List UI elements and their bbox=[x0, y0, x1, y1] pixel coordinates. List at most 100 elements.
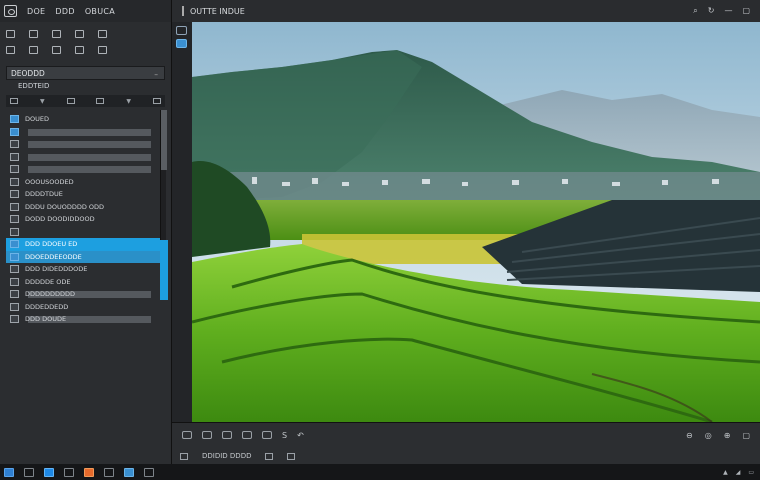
selection-icon[interactable] bbox=[29, 30, 38, 38]
layer-item[interactable]: DDDDTDUE bbox=[6, 188, 165, 201]
eye-icon[interactable] bbox=[202, 431, 212, 439]
copy-icon[interactable] bbox=[242, 431, 252, 439]
layer-item[interactable]: DDDU DOUODDDD ODD bbox=[6, 201, 165, 214]
tool-options bbox=[0, 22, 171, 58]
layer-item[interactable]: DDDDDE ODE bbox=[6, 276, 165, 289]
brush-icon[interactable] bbox=[6, 30, 15, 38]
stack-icon[interactable] bbox=[262, 431, 272, 439]
layers-icon[interactable] bbox=[75, 30, 84, 38]
network-icon[interactable]: ▲ bbox=[723, 469, 728, 476]
layer-thumbnail-icon[interactable] bbox=[10, 190, 19, 199]
menu-bar: DOE DDD OBUCA bbox=[0, 0, 171, 22]
menu-item-2[interactable]: DDD bbox=[55, 7, 74, 16]
navigator-icon[interactable] bbox=[176, 39, 187, 48]
group-icon[interactable] bbox=[66, 98, 75, 104]
layer-thumbnail-icon[interactable] bbox=[10, 252, 19, 261]
filter-icon[interactable] bbox=[75, 46, 84, 54]
layer-opacity-bar[interactable] bbox=[28, 166, 151, 173]
maximize-icon[interactable]: ▢ bbox=[742, 6, 750, 16]
layer-thumbnail-icon[interactable] bbox=[10, 152, 19, 161]
layer-item[interactable]: DDD DOUDE bbox=[6, 313, 165, 326]
layer-item[interactable] bbox=[6, 163, 165, 176]
layer-thumbnail-icon[interactable] bbox=[10, 215, 19, 224]
settings-icon[interactable]: S bbox=[282, 431, 287, 440]
layer-thumbnail-icon[interactable] bbox=[10, 315, 19, 324]
layer-item[interactable] bbox=[6, 151, 165, 164]
file-explorer-icon[interactable] bbox=[64, 467, 74, 477]
scrollbar-highlight[interactable] bbox=[160, 240, 168, 300]
fit-icon[interactable]: ◎ bbox=[705, 431, 712, 440]
layer-thumbnail-icon[interactable] bbox=[10, 177, 19, 186]
windows-start-icon[interactable] bbox=[4, 467, 14, 477]
grid-icon[interactable] bbox=[265, 452, 274, 460]
delete-layer-icon[interactable] bbox=[152, 98, 161, 104]
layer-label: DDDDDE ODE bbox=[25, 277, 71, 286]
volume-icon[interactable]: ◢ bbox=[736, 469, 741, 476]
history-icon[interactable] bbox=[176, 26, 187, 35]
layer-thumbnail-icon[interactable] bbox=[10, 265, 19, 274]
settings-icon[interactable] bbox=[144, 467, 154, 477]
layer-thumbnail-icon[interactable] bbox=[10, 240, 19, 249]
camera-icon[interactable] bbox=[182, 431, 192, 439]
menu-item-1[interactable]: DOE bbox=[27, 7, 45, 16]
layer-thumbnail-icon[interactable] bbox=[10, 140, 19, 149]
layers-panel-header[interactable]: DEODDD – bbox=[6, 66, 165, 80]
layer-thumbnail-icon[interactable] bbox=[10, 302, 19, 311]
layer-item[interactable]: OOOUSOODED bbox=[6, 176, 165, 189]
layer-thumbnail-icon[interactable] bbox=[10, 115, 19, 124]
firefox-icon[interactable] bbox=[84, 467, 94, 477]
layer-item[interactable] bbox=[6, 126, 165, 139]
shape-icon[interactable] bbox=[52, 46, 61, 54]
layer-item[interactable]: DDDEDDEDD bbox=[6, 301, 165, 314]
layer-thumbnail-icon[interactable] bbox=[10, 165, 19, 174]
search-icon[interactable] bbox=[24, 467, 34, 477]
layer-thumbnail-icon[interactable] bbox=[10, 202, 19, 211]
layer-thumbnail-icon[interactable] bbox=[10, 227, 19, 236]
compare-icon[interactable] bbox=[222, 431, 232, 439]
crop-icon[interactable] bbox=[52, 30, 61, 38]
camera-lens-icon[interactable] bbox=[4, 5, 17, 17]
layer-item[interactable]: DODD DOODIDDOOD bbox=[6, 213, 165, 226]
layer-label: DDDDTDUE bbox=[25, 190, 63, 199]
layer-thumbnail-icon[interactable] bbox=[10, 277, 19, 286]
zoom-icon[interactable]: ⌕ bbox=[693, 6, 697, 16]
layer-opacity-bar[interactable] bbox=[28, 141, 151, 148]
terminal-icon[interactable] bbox=[104, 467, 114, 477]
layer-list: DOUED OOOUSOODED DDDDTDUE DDDU DOUODDDD ODD… bbox=[6, 113, 165, 326]
photo-app-icon[interactable] bbox=[124, 467, 134, 477]
histogram-icon[interactable] bbox=[287, 452, 296, 460]
adjust-icon[interactable] bbox=[98, 30, 107, 38]
layer-thumbnail-icon[interactable] bbox=[10, 290, 19, 299]
image-canvas[interactable] bbox=[192, 22, 760, 422]
eraser-icon[interactable] bbox=[6, 46, 15, 54]
layer-opacity-bar[interactable] bbox=[28, 153, 151, 161]
mask-icon[interactable] bbox=[98, 46, 107, 54]
layer-item[interactable]: DDOEDDEEODDE bbox=[6, 250, 165, 263]
fullscreen-icon[interactable]: ▢ bbox=[742, 431, 750, 440]
layer-item[interactable] bbox=[6, 226, 165, 239]
document-title[interactable]: OUTTE INDUE bbox=[190, 7, 245, 16]
layer-thumbnail-icon[interactable] bbox=[10, 127, 19, 136]
layer-item[interactable]: DOUED bbox=[6, 113, 165, 126]
new-layer-icon[interactable] bbox=[10, 98, 18, 104]
zoom-out-icon[interactable]: ⊖ bbox=[686, 431, 693, 440]
panel-menu-icon[interactable]: – bbox=[154, 70, 158, 79]
text-icon[interactable] bbox=[29, 46, 38, 54]
battery-icon[interactable]: ▭ bbox=[748, 469, 754, 476]
rotate-icon[interactable]: ↶ bbox=[297, 431, 304, 440]
edge-browser-icon[interactable] bbox=[44, 467, 54, 477]
chevron-down-icon[interactable]: ▼ bbox=[40, 98, 45, 105]
layer-item[interactable]: DDD DIDEDDDODE bbox=[6, 263, 165, 276]
minimize-icon[interactable]: — bbox=[724, 6, 732, 16]
scrollbar-thumb[interactable] bbox=[161, 110, 167, 170]
layer-item[interactable]: DDDDDDDDDD bbox=[6, 288, 165, 301]
layer-item[interactable]: DDD DDOEU ED bbox=[6, 238, 165, 251]
link-icon[interactable] bbox=[96, 98, 105, 104]
zoom-in-icon[interactable]: ⊕ bbox=[724, 431, 731, 440]
layer-opacity-bar[interactable] bbox=[28, 128, 151, 136]
layer-item[interactable] bbox=[6, 138, 165, 151]
chevron-down-icon[interactable]: ▼ bbox=[126, 98, 131, 105]
menu-item-3[interactable]: OBUCA bbox=[85, 7, 115, 16]
layer-label: DDDEDDEDD bbox=[25, 302, 69, 311]
refresh-icon[interactable]: ↻ bbox=[708, 6, 715, 16]
